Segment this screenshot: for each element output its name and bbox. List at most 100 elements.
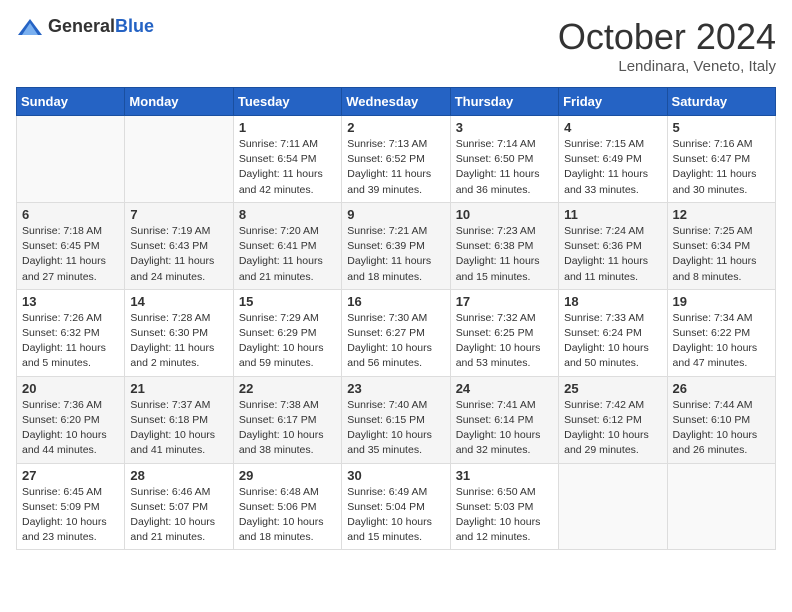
calendar-cell: 4Sunrise: 7:15 AM Sunset: 6:49 PM Daylig… (559, 116, 667, 203)
header-day: Friday (559, 88, 667, 116)
calendar-cell: 24Sunrise: 7:41 AM Sunset: 6:14 PM Dayli… (450, 376, 558, 463)
day-number: 7 (130, 207, 227, 222)
header-row: SundayMondayTuesdayWednesdayThursdayFrid… (17, 88, 776, 116)
day-number: 31 (456, 468, 553, 483)
logo-blue: Blue (115, 16, 154, 36)
day-number: 29 (239, 468, 336, 483)
day-info: Sunrise: 7:38 AM Sunset: 6:17 PM Dayligh… (239, 398, 336, 459)
header-day: Thursday (450, 88, 558, 116)
calendar-cell (667, 463, 775, 550)
day-number: 10 (456, 207, 553, 222)
calendar-cell: 10 Sunrise: 7:23 AM Sunset: 6:38 PM Dayli… (450, 202, 558, 289)
day-number: 26 (673, 381, 770, 396)
day-number: 25 (564, 381, 661, 396)
header-day: Wednesday (342, 88, 450, 116)
logo: GeneralBlue (16, 16, 154, 37)
day-info: Sunrise: 7:18 AM Sunset: 6:45 PM Dayligh… (22, 224, 119, 285)
day-number: 1 (239, 120, 336, 135)
day-info: Sunrise: 7:15 AM Sunset: 6:49 PM Dayligh… (564, 137, 661, 198)
day-info: Sunrise: 7:23 AM Sunset: 6:38 PM Dayligh… (456, 224, 553, 285)
title-block: October 2024 Lendinara, Veneto, Italy (558, 16, 776, 75)
day-info: Sunrise: 7:19 AM Sunset: 6:43 PM Dayligh… (130, 224, 227, 285)
day-number: 13 (22, 294, 119, 309)
day-number: 16 (347, 294, 444, 309)
calendar-cell: 12 Sunrise: 7:25 AM Sunset: 6:34 PM Dayli… (667, 202, 775, 289)
day-number: 5 (673, 120, 770, 135)
calendar-week: 20Sunrise: 7:36 AM Sunset: 6:20 PM Dayli… (17, 376, 776, 463)
day-info: Sunrise: 7:29 AM Sunset: 6:29 PM Dayligh… (239, 311, 336, 372)
calendar-header: SundayMondayTuesdayWednesdayThursdayFrid… (17, 88, 776, 116)
day-info: Sunrise: 7:25 AM Sunset: 6:34 PM Dayligh… (673, 224, 770, 285)
day-info: Sunrise: 7:11 AM Sunset: 6:54 PM Dayligh… (239, 137, 336, 198)
calendar-cell: 29 Sunrise: 6:48 AM Sunset: 5:06 PM Dayli… (233, 463, 341, 550)
day-info: Sunrise: 7:13 AM Sunset: 6:52 PM Dayligh… (347, 137, 444, 198)
day-info: Sunrise: 7:44 AM Sunset: 6:10 PM Dayligh… (673, 398, 770, 459)
day-info: Sunrise: 7:26 AM Sunset: 6:32 PM Dayligh… (22, 311, 119, 372)
calendar-cell: 13 Sunrise: 7:26 AM Sunset: 6:32 PM Dayli… (17, 289, 125, 376)
day-info: Sunrise: 6:48 AM Sunset: 5:06 PM Dayligh… (239, 485, 336, 546)
day-number: 12 (673, 207, 770, 222)
day-number: 14 (130, 294, 227, 309)
calendar-week: 6 Sunrise: 7:18 AM Sunset: 6:45 PM Daylig… (17, 202, 776, 289)
day-info: Sunrise: 7:14 AM Sunset: 6:50 PM Dayligh… (456, 137, 553, 198)
calendar-week: 13 Sunrise: 7:26 AM Sunset: 6:32 PM Dayli… (17, 289, 776, 376)
day-info: Sunrise: 6:46 AM Sunset: 5:07 PM Dayligh… (130, 485, 227, 546)
day-info: Sunrise: 7:24 AM Sunset: 6:36 PM Dayligh… (564, 224, 661, 285)
day-number: 8 (239, 207, 336, 222)
day-info: Sunrise: 7:41 AM Sunset: 6:14 PM Dayligh… (456, 398, 553, 459)
calendar-week: 1 Sunrise: 7:11 AM Sunset: 6:54 PM Daylig… (17, 116, 776, 203)
day-number: 3 (456, 120, 553, 135)
day-info: Sunrise: 7:28 AM Sunset: 6:30 PM Dayligh… (130, 311, 227, 372)
day-number: 11 (564, 207, 661, 222)
header-day: Saturday (667, 88, 775, 116)
calendar-week: 27Sunrise: 6:45 AM Sunset: 5:09 PM Dayli… (17, 463, 776, 550)
day-number: 9 (347, 207, 444, 222)
day-info: Sunrise: 7:20 AM Sunset: 6:41 PM Dayligh… (239, 224, 336, 285)
day-info: Sunrise: 7:37 AM Sunset: 6:18 PM Dayligh… (130, 398, 227, 459)
day-number: 27 (22, 468, 119, 483)
calendar-cell: 25 Sunrise: 7:42 AM Sunset: 6:12 PM Dayli… (559, 376, 667, 463)
calendar-body: 1 Sunrise: 7:11 AM Sunset: 6:54 PM Daylig… (17, 116, 776, 550)
calendar-cell: 26 Sunrise: 7:44 AM Sunset: 6:10 PM Dayli… (667, 376, 775, 463)
calendar-cell: 27Sunrise: 6:45 AM Sunset: 5:09 PM Dayli… (17, 463, 125, 550)
calendar-cell (17, 116, 125, 203)
day-info: Sunrise: 7:16 AM Sunset: 6:47 PM Dayligh… (673, 137, 770, 198)
day-number: 17 (456, 294, 553, 309)
calendar-cell: 18Sunrise: 7:33 AM Sunset: 6:24 PM Dayli… (559, 289, 667, 376)
calendar-cell: 14 Sunrise: 7:28 AM Sunset: 6:30 PM Dayli… (125, 289, 233, 376)
month-title: October 2024 (558, 16, 776, 58)
logo-general: General (48, 16, 115, 36)
logo-icon (16, 17, 44, 37)
calendar-cell: 17Sunrise: 7:32 AM Sunset: 6:25 PM Dayli… (450, 289, 558, 376)
calendar-cell: 2Sunrise: 7:13 AM Sunset: 6:52 PM Daylig… (342, 116, 450, 203)
calendar-cell: 19 Sunrise: 7:34 AM Sunset: 6:22 PM Dayli… (667, 289, 775, 376)
day-info: Sunrise: 6:49 AM Sunset: 5:04 PM Dayligh… (347, 485, 444, 546)
calendar-cell: 5 Sunrise: 7:16 AM Sunset: 6:47 PM Daylig… (667, 116, 775, 203)
calendar-table: SundayMondayTuesdayWednesdayThursdayFrid… (16, 87, 776, 550)
day-info: Sunrise: 7:30 AM Sunset: 6:27 PM Dayligh… (347, 311, 444, 372)
day-info: Sunrise: 7:21 AM Sunset: 6:39 PM Dayligh… (347, 224, 444, 285)
calendar-cell: 21 Sunrise: 7:37 AM Sunset: 6:18 PM Dayli… (125, 376, 233, 463)
calendar-cell: 23Sunrise: 7:40 AM Sunset: 6:15 PM Dayli… (342, 376, 450, 463)
day-number: 30 (347, 468, 444, 483)
calendar-cell: 20Sunrise: 7:36 AM Sunset: 6:20 PM Dayli… (17, 376, 125, 463)
calendar-cell: 9 Sunrise: 7:21 AM Sunset: 6:39 PM Daylig… (342, 202, 450, 289)
day-number: 28 (130, 468, 227, 483)
day-number: 23 (347, 381, 444, 396)
calendar-cell: 11 Sunrise: 7:24 AM Sunset: 6:36 PM Dayli… (559, 202, 667, 289)
page-header: GeneralBlue October 2024 Lendinara, Vene… (16, 16, 776, 75)
calendar-cell: 22Sunrise: 7:38 AM Sunset: 6:17 PM Dayli… (233, 376, 341, 463)
day-info: Sunrise: 7:42 AM Sunset: 6:12 PM Dayligh… (564, 398, 661, 459)
calendar-cell: 1 Sunrise: 7:11 AM Sunset: 6:54 PM Daylig… (233, 116, 341, 203)
day-number: 21 (130, 381, 227, 396)
day-number: 6 (22, 207, 119, 222)
day-number: 15 (239, 294, 336, 309)
calendar-cell: 3 Sunrise: 7:14 AM Sunset: 6:50 PM Daylig… (450, 116, 558, 203)
day-info: Sunrise: 7:34 AM Sunset: 6:22 PM Dayligh… (673, 311, 770, 372)
header-day: Tuesday (233, 88, 341, 116)
day-number: 19 (673, 294, 770, 309)
day-info: Sunrise: 7:36 AM Sunset: 6:20 PM Dayligh… (22, 398, 119, 459)
header-day: Monday (125, 88, 233, 116)
calendar-cell (125, 116, 233, 203)
calendar-cell: 28 Sunrise: 6:46 AM Sunset: 5:07 PM Dayli… (125, 463, 233, 550)
